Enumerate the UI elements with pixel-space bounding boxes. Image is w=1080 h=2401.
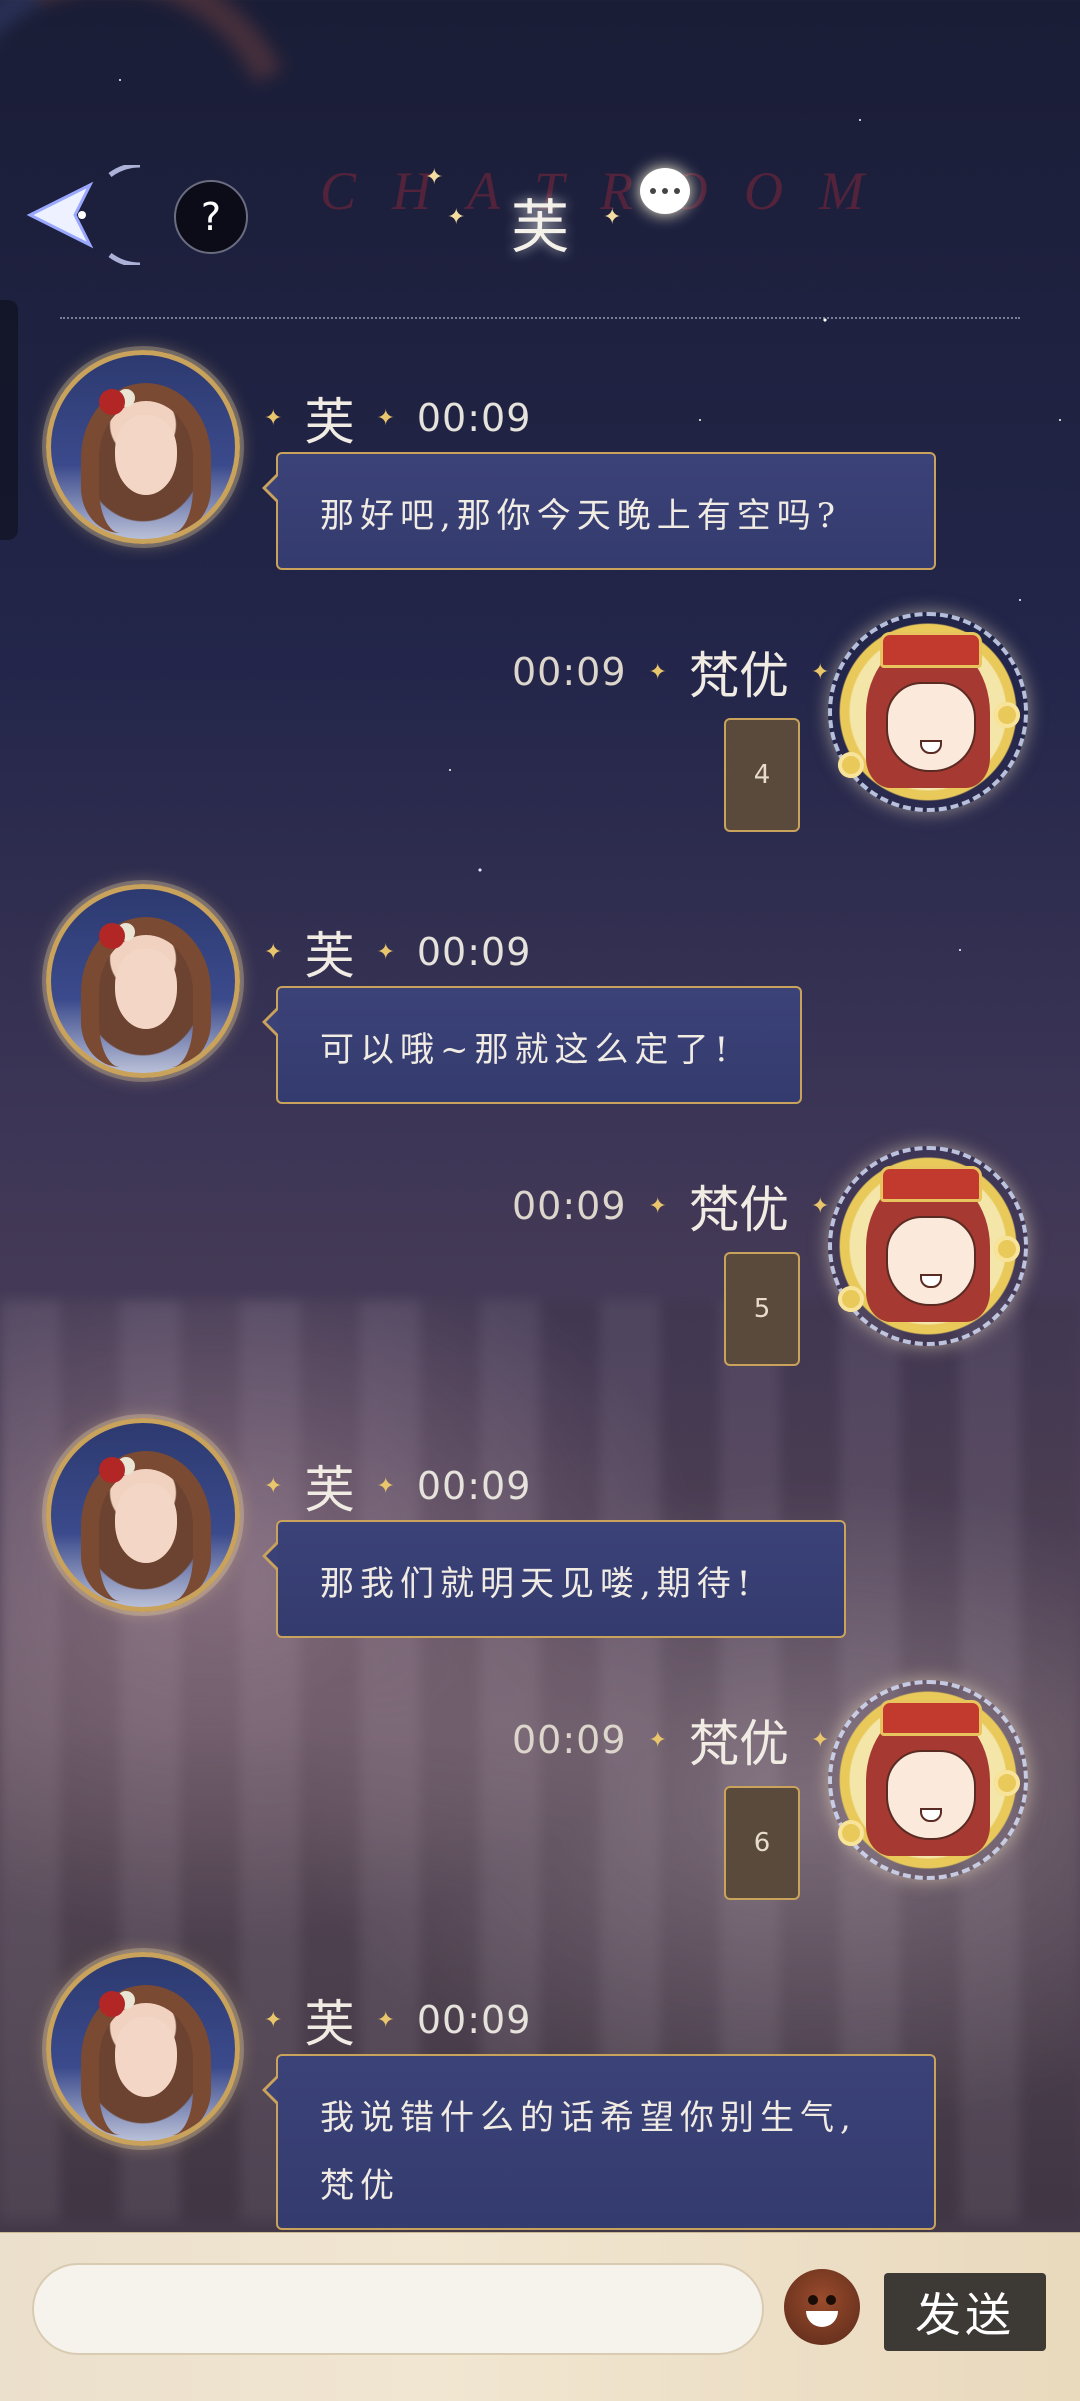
rose-icon	[994, 1236, 1020, 1262]
message-header: ✦ 芙 ✦ 00:09	[264, 916, 531, 988]
rose-icon	[994, 1770, 1020, 1796]
message-header: 00:09 ✦ 梵优 ✦	[512, 636, 829, 708]
diamond-icon: ✦	[810, 1727, 830, 1753]
message-text: 那好吧,那你今天晚上有空吗?	[320, 496, 842, 536]
message-text: 那我们就明天见喽,期待!	[320, 1564, 757, 1604]
rose-icon	[838, 1820, 864, 1846]
message-bubble[interactable]: 6	[724, 1786, 800, 1900]
diamond-icon: ✦	[810, 1193, 830, 1219]
message-time: 00:09	[416, 396, 532, 440]
diamond-icon: ✦	[376, 1473, 395, 1499]
message-bubble[interactable]: 可以哦~那就这么定了!	[262, 986, 802, 1104]
message-header: ✦ 芙 ✦ 00:09	[264, 382, 531, 454]
diamond-icon: ✦	[376, 939, 395, 965]
sender-name: 芙	[304, 1995, 355, 2053]
input-bar: 发送	[0, 2232, 1080, 2401]
sender-name: 芙	[304, 927, 355, 985]
message-header: ✦ 芙 ✦ 00:09	[264, 1984, 531, 2056]
avatar-fanyou[interactable]	[828, 1680, 1028, 1880]
avatar-fanyou[interactable]	[828, 1146, 1028, 1346]
diamond-icon: ✦	[648, 659, 667, 685]
message-text: 可以哦~那就这么定了!	[320, 1030, 735, 1070]
message-input[interactable]	[32, 2263, 764, 2355]
sender-name: 梵优	[688, 1181, 789, 1239]
message-text: 我说错什么的话希望你别生气,梵优	[320, 2098, 857, 2206]
sender-name: 梵优	[688, 647, 789, 705]
message-time: 00:09	[416, 930, 532, 974]
rose-icon	[99, 1991, 125, 2017]
sender-name: 芙	[304, 1461, 355, 1519]
header-divider	[60, 317, 1020, 319]
sender-name: 芙	[304, 393, 355, 451]
diamond-icon: ✦	[648, 1193, 667, 1219]
message-bubble[interactable]: 4	[724, 718, 800, 832]
diamond-icon: ✦	[264, 2007, 283, 2033]
rose-icon	[99, 923, 125, 949]
chat-bubble-icon	[640, 168, 690, 214]
diamond-icon: ✦	[264, 1473, 283, 1499]
sender-name: 梵优	[688, 1715, 789, 1773]
diamond-icon: ✦	[810, 659, 830, 685]
message-header: 00:09 ✦ 梵优 ✦	[512, 1704, 829, 1776]
diamond-icon: ✦	[376, 2007, 395, 2033]
edge-drawer-handle[interactable]	[0, 300, 18, 540]
diamond-icon: ✦	[376, 405, 395, 431]
avatar-fanyou[interactable]	[828, 612, 1028, 812]
message-text: 6	[753, 1828, 771, 1858]
diamond-icon: ✦	[648, 1727, 667, 1753]
message-bubble[interactable]: 我说错什么的话希望你别生气,梵优	[262, 2054, 936, 2230]
page-title: 芙	[510, 193, 569, 261]
rose-icon	[99, 1457, 125, 1483]
rose-icon	[838, 1286, 864, 1312]
diamond-icon: ✦	[264, 405, 283, 431]
avatar-fu[interactable]	[46, 884, 240, 1078]
rose-icon	[99, 389, 125, 415]
rose-icon	[994, 702, 1020, 728]
message-text: 5	[753, 1294, 771, 1324]
avatar-fu[interactable]	[46, 350, 240, 544]
message-bubble[interactable]: 那我们就明天见喽,期待!	[262, 1520, 846, 1638]
message-time: 00:09	[416, 1998, 532, 2042]
message-header: ✦ 芙 ✦ 00:09	[264, 1450, 531, 1522]
rose-icon	[838, 752, 864, 778]
message-time: 00:09	[416, 1464, 532, 1508]
message-time: 00:09	[512, 1184, 627, 1228]
avatar-fu[interactable]	[46, 1952, 240, 2146]
avatar-fu[interactable]	[46, 1418, 240, 1612]
diamond-icon: ✦	[264, 939, 283, 965]
message-text: 4	[753, 760, 771, 790]
message-time: 00:09	[512, 1718, 627, 1762]
send-button[interactable]: 发送	[884, 2273, 1046, 2351]
message-time: 00:09	[512, 650, 627, 694]
message-header: 00:09 ✦ 梵优 ✦	[512, 1170, 829, 1242]
message-bubble[interactable]: 那好吧,那你今天晚上有空吗?	[262, 452, 936, 570]
emoji-button[interactable]	[784, 2269, 860, 2345]
message-bubble[interactable]: 5	[724, 1252, 800, 1366]
